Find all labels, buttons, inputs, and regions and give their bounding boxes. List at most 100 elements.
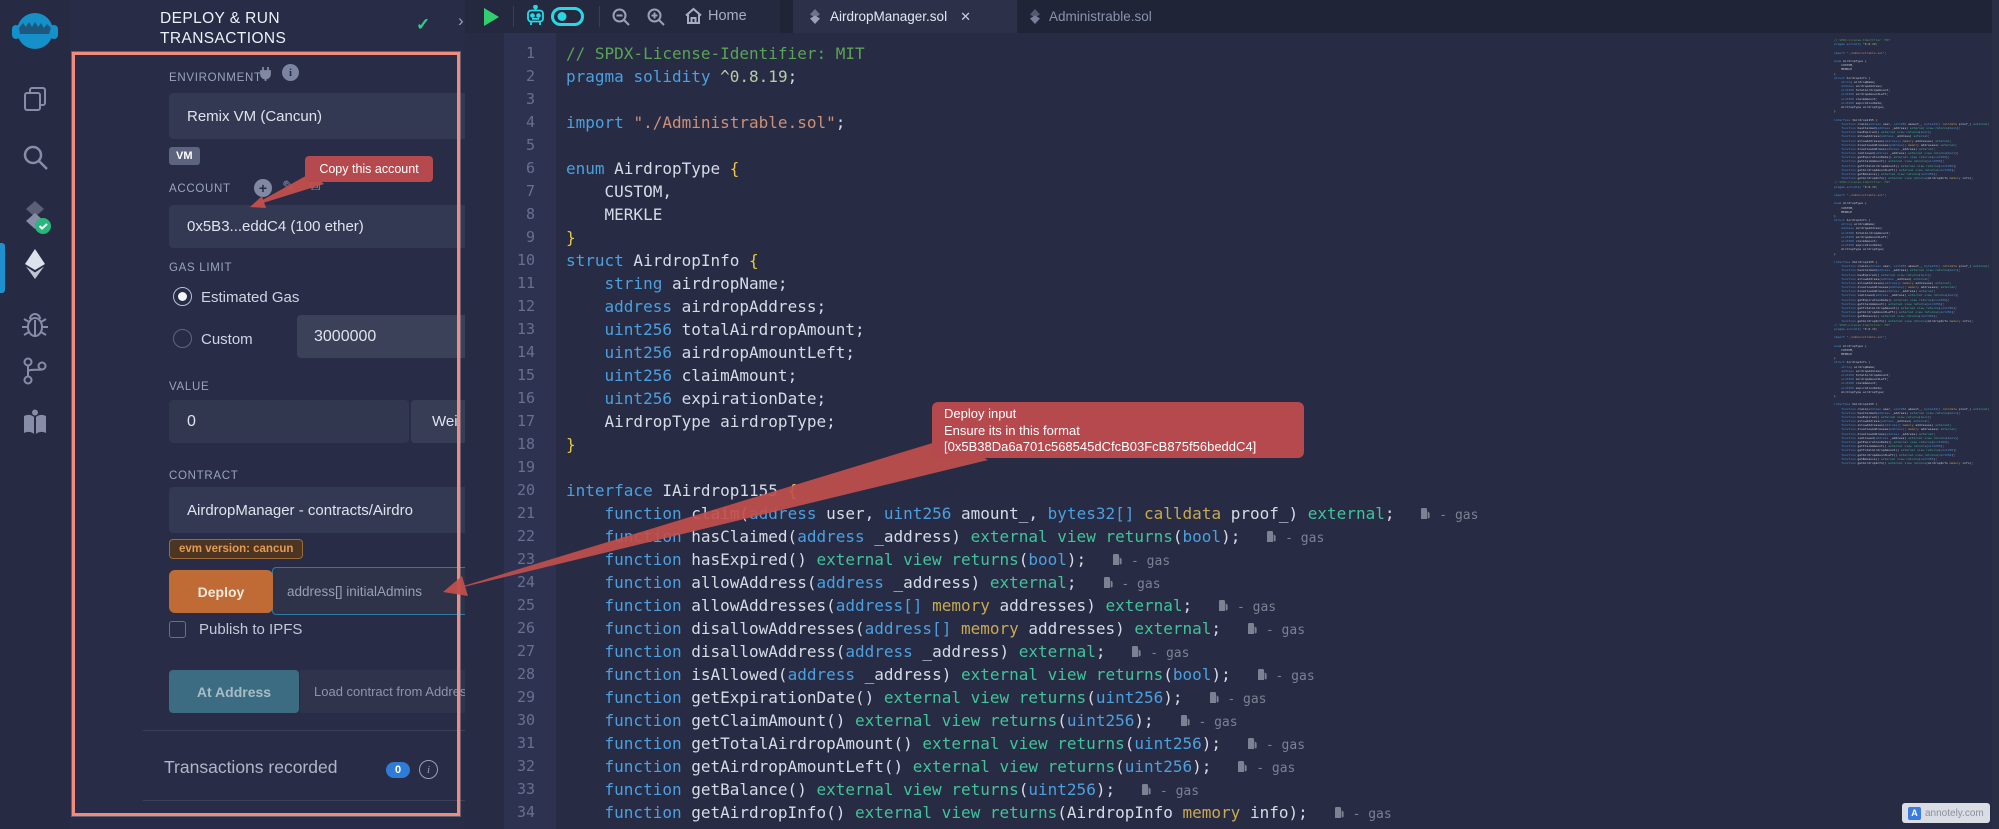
transactions-recorded-label: Transactions recorded [164,757,337,778]
code-line: 4import "./Administrable.sol"; [465,111,1845,134]
gas-estimate-annotation: - gas [1180,715,1238,730]
value-amount: 0 [187,413,196,431]
deploy-button-label: Deploy [198,584,245,600]
callout-text: Ensure its in this format [944,423,1292,440]
debugger-bug-icon[interactable] [0,310,70,340]
custom-gas-radio[interactable] [173,329,192,348]
expand-chevron-icon[interactable]: › [458,11,464,31]
gas-estimate-annotation: - gas [1209,692,1267,707]
code-line: 5 [465,134,1845,157]
code-line: 20interface IAirdrop1155 { [465,479,1845,502]
icon-sidebar [0,0,70,829]
toolbar-separator [599,6,600,27]
source-control-branch-icon[interactable] [0,356,70,386]
watermark: A annotely.com [1902,803,1990,823]
environment-value: Remix VM (Cancun) [187,108,322,125]
transactions-info-icon[interactable]: i [419,760,438,779]
home-tab-label[interactable]: Home [708,8,747,24]
scrollbar[interactable] [1992,0,1999,829]
run-script-play-icon[interactable] [484,8,499,26]
zoom-out-icon[interactable] [611,7,631,27]
deploy-args-input[interactable]: address[] initialAdmins [272,567,482,615]
value-unit: Wei [432,413,458,430]
code-line: 15 uint256 claimAmount; [465,364,1845,387]
code-line: 27 function disallowAddress(address _add… [465,640,1845,663]
gas-estimate-annotation: - gas [1131,646,1189,661]
publish-ipfs-checkbox[interactable] [169,621,186,638]
account-label: ACCOUNT [169,183,231,195]
book-learn-icon[interactable] [0,408,70,438]
code-line: 19 [465,456,1845,479]
custom-gas-value: 3000000 [314,328,376,346]
deploy-panel: DEPLOY & RUN TRANSACTIONS ✓ › ENVIRONMEN… [70,0,465,829]
deploy-input-callout: Deploy input Ensure its in this format [… [932,402,1304,458]
environment-info-icon[interactable]: i [282,64,299,81]
gas-estimate-annotation: - gas [1218,600,1276,615]
edit-account-icon[interactable]: ✎ [282,177,295,197]
ai-toggle-icon[interactable] [551,7,584,26]
code-line: 24 function allowAddress(address _addres… [465,571,1845,594]
callout-text: Copy this account [319,162,418,176]
code-line: 12 address airdropAddress; [465,295,1845,318]
remix-logo[interactable] [0,6,70,58]
code-line: 28 function isAllowed(address _address) … [465,663,1845,686]
watermark-text: annotely.com [1925,808,1984,819]
code-line: 25 function allowAddresses(address[] mem… [465,594,1845,617]
code-line: 6enum AirdropType { [465,157,1845,180]
code-line: 21 function claim(address user, uint256 … [465,502,1845,525]
zoom-in-icon[interactable] [646,7,666,27]
transactions-count-badge: 0 [386,762,410,778]
environment-label: ENVIRONMENT [169,72,262,84]
contract-label: CONTRACT [169,470,239,482]
deploy-button[interactable]: Deploy [169,570,273,613]
plug-icon[interactable] [258,66,273,81]
gas-estimate-annotation: - gas [1247,738,1305,753]
value-label: VALUE [169,381,209,393]
gas-estimate-annotation: - gas [1334,807,1392,822]
code-line: 14 uint256 airdropAmountLeft; [465,341,1845,364]
close-tab-icon[interactable]: ✕ [960,9,971,25]
code-line: 23 function hasExpired() external view r… [465,548,1845,571]
gas-estimate-annotation: - gas [1257,669,1315,684]
search-icon[interactable] [0,142,70,172]
code-line: 34 function getAirdropInfo() external vi… [465,801,1845,824]
toolbar-separator [513,6,514,27]
tab-airdropmanager[interactable]: AirdropManager.sol ✕ [793,0,1017,33]
at-address-placeholder: Load contract from Addres [314,684,466,699]
account-value: 0x5B3...eddC4 (100 ether) [187,218,364,235]
deploy-run-icon[interactable] [0,248,70,280]
copy-account-callout: Copy this account [305,156,433,182]
solidity-file-icon [809,9,821,24]
code-line: 11 string airdropName; [465,272,1845,295]
file-explorer-icon[interactable] [0,85,70,113]
code-line: 30 function getClaimAmount() external vi… [465,709,1845,732]
callout-text: [0x5B38Da6a701c568545dCfcB03FcB875f56bed… [944,439,1292,456]
add-account-icon[interactable]: + [254,179,272,197]
solidity-compiler-icon[interactable] [0,200,70,234]
code-line: 22 function hasClaimed(address _address)… [465,525,1845,548]
deploy-args-placeholder: address[] initialAdmins [287,584,422,599]
vm-badge: VM [169,147,200,165]
at-address-label: At Address [197,684,271,700]
tab-administrable[interactable]: Administrable.sol [1017,0,1192,33]
gas-estimate-annotation: - gas [1103,577,1161,592]
code-line: 8 MERKLE [465,203,1845,226]
estimated-gas-radio[interactable] [173,287,192,306]
code-line: 13 uint256 totalAirdropAmount; [465,318,1845,341]
code-line: 10struct AirdropInfo { [465,249,1845,272]
compile-success-check-icon: ✓ [416,15,430,35]
gas-limit-label: GAS LIMIT [169,262,232,274]
code-line: 1// SPDX-License-Identifier: MIT [465,42,1845,65]
panel-title: DEPLOY & RUN TRANSACTIONS [160,9,410,49]
ai-assistant-robot-icon[interactable] [524,5,547,28]
tab-label: AirdropManager.sol [830,9,947,24]
home-icon[interactable] [684,7,703,25]
value-input[interactable]: 0 [169,400,409,443]
gas-estimate-annotation: - gas [1420,508,1478,523]
estimated-gas-label: Estimated Gas [201,289,299,306]
gas-estimate-annotation: - gas [1237,761,1295,776]
minimap[interactable]: // SPDX-License-Identifier: MITpragma so… [1834,38,1992,474]
callout-text: Deploy input [944,406,1292,423]
remix-ide: DEPLOY & RUN TRANSACTIONS ✓ › ENVIRONMEN… [0,0,1999,829]
at-address-button[interactable]: At Address [169,670,299,713]
